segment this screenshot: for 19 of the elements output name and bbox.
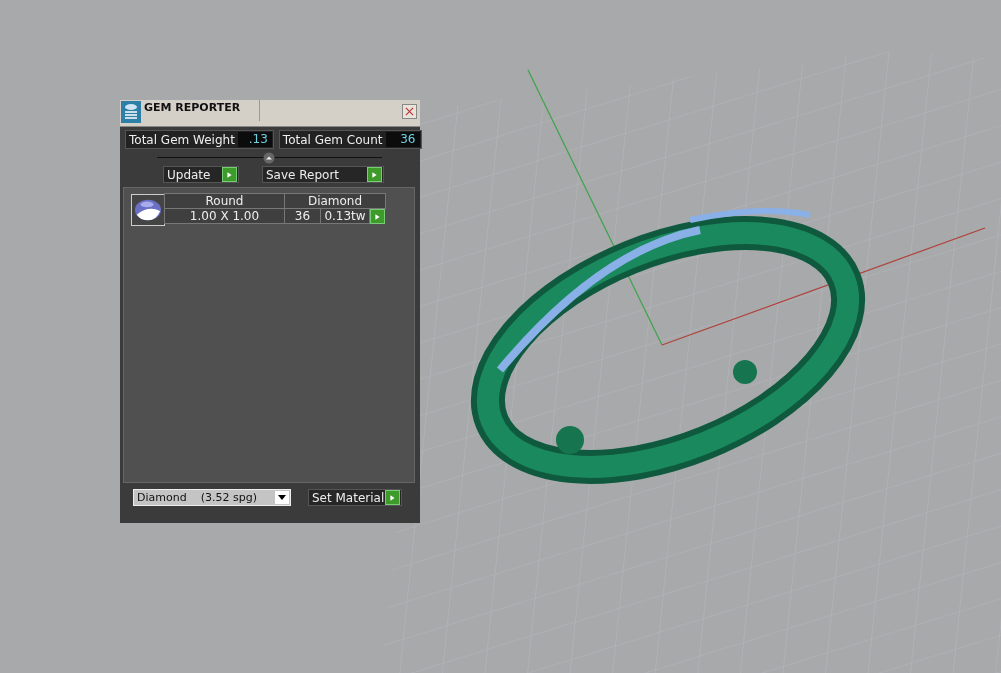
play-icon[interactable] [370,209,385,224]
play-icon[interactable] [385,490,400,505]
field-value: 36 [385,132,420,147]
slider-handle[interactable] [263,152,275,164]
field-label: Total Gem Count [281,132,384,147]
table-cell: Round [164,193,285,209]
close-button[interactable] [402,104,417,119]
play-icon[interactable] [222,167,237,182]
material-dropdown[interactable]: Diamond (3.52 spg) [133,489,291,506]
play-icon[interactable] [367,167,382,182]
field-value: .13 [237,132,272,147]
gem-icon [131,194,165,226]
field-label: Total Gem Weight [128,132,236,147]
table-cell: 36 [284,208,321,224]
window-title: GEM REPORTER [144,100,260,121]
gem-report-icon [121,101,141,123]
table-cell: 0.13tw [320,208,370,224]
table-cell: Diamond [284,193,386,209]
table-cell: 1.00 X 1.00 [164,208,285,224]
